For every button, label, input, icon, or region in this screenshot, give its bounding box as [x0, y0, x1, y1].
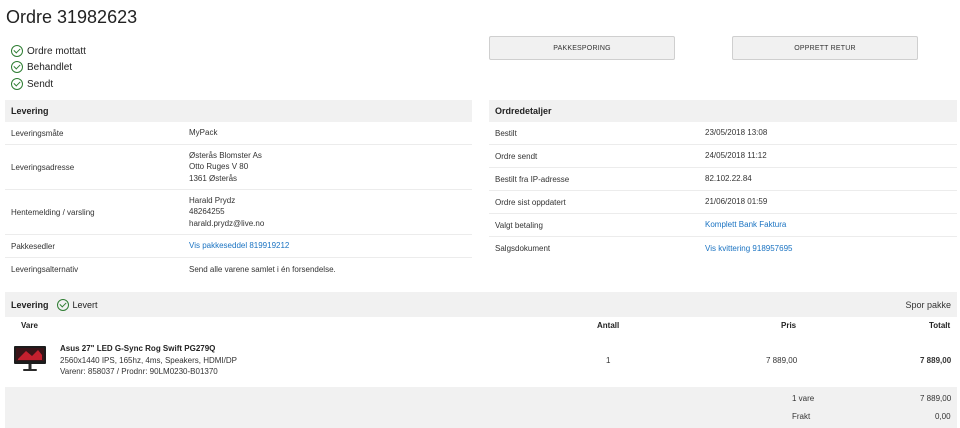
status-label: Ordre mottatt: [27, 45, 86, 57]
row-label: Leveringsmåte: [11, 128, 64, 138]
row-value: 21/06/2018 01:59: [705, 197, 768, 207]
row-label: Bestilt fra IP-adresse: [495, 174, 570, 184]
delivery-address-row: Leveringsadresse Østerås Blomster As Ott…: [5, 145, 472, 190]
row-value: MyPack: [189, 128, 218, 138]
track-package-link[interactable]: Spor pakke: [905, 300, 951, 310]
delivery-heading: Levering: [5, 100, 472, 122]
product-name[interactable]: Asus 27" LED G-Sync Rog Swift PG279Q: [60, 344, 215, 353]
row-label: Bestilt: [495, 128, 517, 138]
column-header-item: Vare: [21, 321, 38, 330]
delivery-method-row: Leveringsmåte MyPack: [5, 122, 472, 145]
packing-slip-row: Pakkesedler Vis pakkeseddel 819919212: [5, 235, 472, 258]
status-label: Sendt: [27, 78, 54, 90]
row-label: Leveringsadresse: [11, 162, 75, 172]
row-value: Harald Prydz 48264255 harald.prydz@live.…: [189, 195, 264, 230]
page-title: Ordre 31982623: [6, 7, 138, 27]
status-label: Behandlet: [27, 61, 73, 73]
packing-slip-link[interactable]: Vis pakkeseddel 819919212: [189, 240, 289, 252]
shipment-bar: Levering Levert Spor pakke: [5, 292, 957, 317]
check-circle-icon: [11, 45, 23, 57]
row-value: Send alle varene samlet i én forsendelse…: [189, 264, 336, 274]
row-value: 24/05/2018 11:12: [705, 151, 767, 161]
freight-value: 0,00: [935, 412, 951, 421]
status-processed: Behandlet: [11, 61, 72, 73]
status-received: Ordre mottatt: [11, 45, 86, 57]
address-line: Otto Ruges V 80: [189, 162, 249, 172]
product-total: 7 889,00: [920, 356, 952, 365]
column-header-price: Pris: [781, 321, 797, 330]
recipient-phone: 48264255: [189, 207, 225, 217]
row-value: 23/05/2018 13:08: [705, 128, 768, 138]
pickup-notice-row: Hentemelding / varsling Harald Prydz 482…: [5, 190, 472, 235]
check-circle-icon: [11, 61, 23, 73]
check-circle-icon: [56, 298, 69, 311]
row-label: Ordre sendt: [495, 151, 538, 161]
detail-row: Bestilt 23/05/2018 13:08: [489, 122, 957, 145]
product-quantity: 1: [606, 356, 611, 365]
create-return-button[interactable]: OPPRETT RETUR: [732, 36, 918, 60]
check-circle-icon: [11, 78, 23, 90]
items-count-label: 1 vare: [792, 394, 815, 403]
detail-row: Ordre sist oppdatert 21/06/2018 01:59: [489, 191, 957, 214]
order-details-heading: Ordredetaljer: [489, 100, 957, 122]
address-line: 1361 Østerås: [189, 173, 238, 183]
row-label: Hentemelding / varsling: [11, 207, 95, 217]
row-label: Salgsdokument: [495, 244, 551, 253]
address-line: Østerås Blomster As: [189, 150, 262, 160]
product-specs: 2560x1440 IPS, 165hz, 4ms, Speakers, HDM…: [60, 356, 237, 365]
status-sent: Sendt: [11, 78, 53, 90]
shipment-status: Levert: [72, 299, 98, 310]
recipient-name: Harald Prydz: [189, 195, 236, 205]
tracking-button[interactable]: PAKKESPORING: [489, 36, 675, 60]
detail-row: Ordre sendt 24/05/2018 11:12: [489, 145, 957, 168]
row-label: Ordre sist oppdatert: [495, 197, 566, 207]
detail-row: Bestilt fra IP-adresse 82.102.22.84: [489, 168, 957, 191]
row-label: Pakkesedler: [11, 241, 56, 251]
detail-row: Valgt betaling Komplett Bank Faktura: [489, 214, 957, 237]
delivery-panel: Levering Leveringsmåte MyPack Leveringsa…: [5, 100, 472, 281]
payment-method-link[interactable]: Komplett Bank Faktura: [705, 219, 786, 231]
row-value: Østerås Blomster As Otto Ruges V 80 1361…: [189, 150, 262, 185]
product-ids: Varenr: 858037 / Prodnr: 90LM0230-B01370: [60, 367, 218, 376]
freight-label: Frakt: [792, 412, 811, 421]
row-label: Leveringsalternativ: [11, 265, 79, 274]
items-subtotal: 7 889,00: [920, 394, 952, 403]
recipient-email: harald.prydz@live.no: [189, 218, 265, 228]
detail-row: Salgsdokument Vis kvittering 918957695: [489, 237, 957, 260]
shipment-label: Levering: [11, 299, 49, 310]
column-header-qty: Antall: [597, 321, 620, 330]
row-label: Valgt betaling: [495, 220, 543, 230]
order-details-panel: Ordredetaljer Bestilt 23/05/2018 13:08 O…: [489, 100, 957, 260]
monitor-product-image[interactable]: [14, 346, 46, 372]
column-header-total: Totalt: [929, 321, 951, 330]
row-value: 82.102.22.84: [705, 174, 752, 184]
delivery-alternative-row: Leveringsalternativ Send alle varene sam…: [5, 258, 472, 281]
receipt-link[interactable]: Vis kvittering 918957695: [705, 243, 792, 255]
product-price: 7 889,00: [766, 356, 798, 365]
